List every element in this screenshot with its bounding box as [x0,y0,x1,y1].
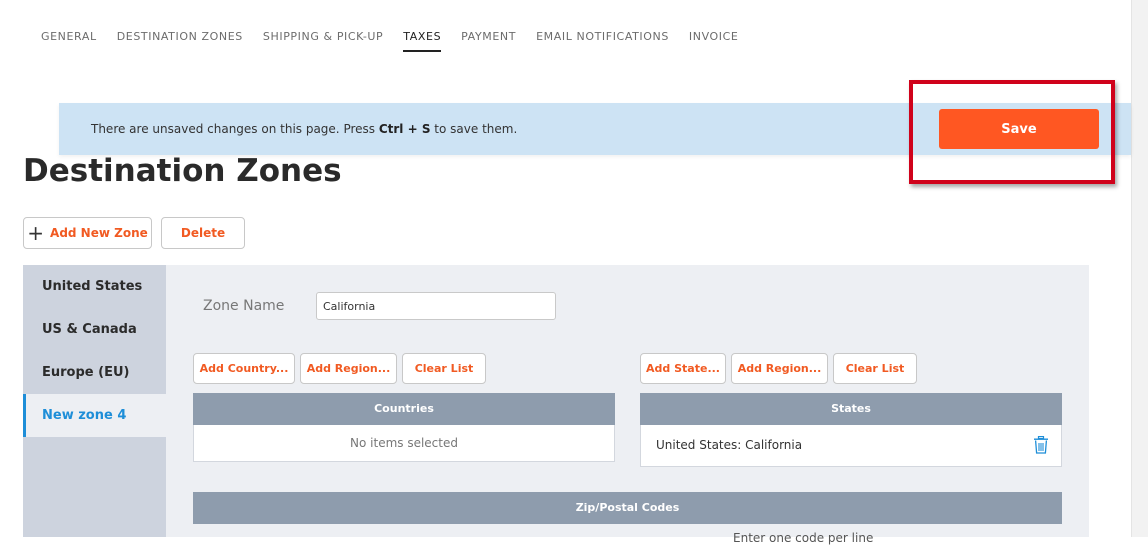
add-region-countries-button[interactable]: Add Region... [300,353,397,384]
trash-icon[interactable] [1033,436,1049,454]
delete-zone-button[interactable]: Delete [161,217,245,249]
unsaved-changes-message: There are unsaved changes on this page. … [91,122,517,136]
zone-name-label: Zone Name [203,298,285,314]
page-title: Destination Zones [23,153,342,189]
tab-taxes[interactable]: TAXES [403,30,442,52]
tab-payment[interactable]: PAYMENT [461,30,516,52]
tab-shipping-pickup[interactable]: SHIPPING & PICK-UP [263,30,383,52]
zip-codes-header: Zip/Postal Codes [193,492,1062,524]
tab-general[interactable]: GENERAL [41,30,97,52]
clear-countries-button[interactable]: Clear List [402,353,486,384]
zone-item-us-canada[interactable]: US & Canada [23,308,166,351]
countries-empty-message: No items selected [350,436,458,450]
add-country-button[interactable]: Add Country... [193,353,295,384]
zone-item-new-zone-4[interactable]: New zone 4 [23,394,166,437]
list-item: United States: California [641,425,1061,465]
banner-text-before: There are unsaved changes on this page. … [91,122,379,136]
add-new-zone-button[interactable]: + Add New Zone [23,217,152,249]
tab-destination-zones[interactable]: DESTINATION ZONES [117,30,243,52]
add-region-states-button[interactable]: Add Region... [731,353,828,384]
add-state-button[interactable]: Add State... [640,353,726,384]
add-new-zone-label: Add New Zone [50,226,148,240]
banner-text-after: to save them. [430,122,518,136]
tab-email-notifications[interactable]: EMAIL NOTIFICATIONS [536,30,669,52]
zone-name-input[interactable] [316,292,556,320]
zip-codes-hint: Enter one code per line [733,531,874,545]
countries-header: Countries [193,393,615,425]
state-item-label: United States: California [656,438,803,452]
zone-list: United States US & Canada Europe (EU) Ne… [23,265,166,537]
zone-editor-panel: United States US & Canada Europe (EU) Ne… [23,265,1089,545]
tab-invoice[interactable]: INVOICE [689,30,739,52]
states-list: States United States: California [640,393,1062,467]
zone-item-united-states[interactable]: United States [23,265,166,308]
plus-icon: + [27,221,45,245]
save-highlight-box [909,80,1115,184]
banner-shortcut: Ctrl + S [378,122,431,136]
states-header: States [640,393,1062,425]
zone-item-europe[interactable]: Europe (EU) [23,351,166,394]
countries-list: Countries No items selected [193,393,615,462]
clear-states-button[interactable]: Clear List [833,353,917,384]
settings-tabs: GENERAL DESTINATION ZONES SHIPPING & PIC… [41,30,758,52]
right-scroll-edge [1131,0,1148,537]
